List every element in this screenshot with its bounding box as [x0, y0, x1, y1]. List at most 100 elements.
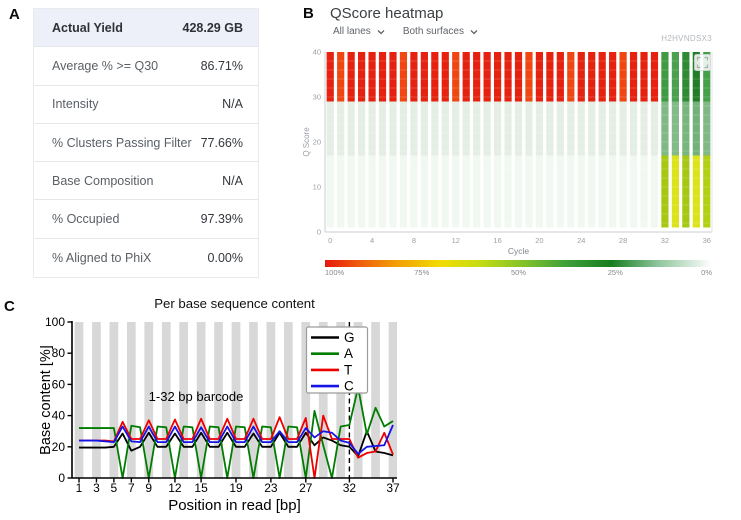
- heatmap-cell-band: [462, 155, 470, 228]
- heatmap-cell-band: [378, 52, 387, 102]
- heatmap-cell-band: [441, 101, 449, 156]
- qscore-heatmap-title: QScore heatmap: [330, 5, 444, 22]
- table-row: Actual Yield 428.29 GB: [34, 9, 258, 48]
- heatmap-cell-band: [588, 52, 596, 102]
- heatmap-cell-band: [661, 101, 669, 156]
- heatmap-cell-band: [358, 101, 366, 156]
- colorbar-label: 25%: [608, 268, 623, 277]
- lanes-filter-dropdown[interactable]: All lanes: [333, 26, 385, 37]
- x-axis-label: Cycle: [508, 246, 530, 256]
- colorbar-label: 50%: [511, 268, 526, 277]
- heatmap-cell-band: [452, 155, 460, 228]
- heatmap-cell-band: [483, 155, 491, 228]
- x-tick-label: 3: [93, 481, 100, 495]
- metric-value: 0.00%: [207, 250, 243, 265]
- base-content-chart: 0204060801001 3 5 7 9 12 15 19 23 27 32 37Per base …: [40, 296, 400, 514]
- table-row: Base Composition N/A: [34, 162, 258, 201]
- heatmap-cell-band: [598, 155, 606, 228]
- panel-a-label: A: [9, 6, 20, 23]
- heatmap-cell-band: [514, 52, 523, 102]
- background-stripe: [126, 322, 136, 478]
- y-axis-label: Q Score: [302, 127, 311, 157]
- y-tick-label: 10: [313, 183, 321, 192]
- x-tick-label: 12: [452, 236, 460, 245]
- figure: A Actual Yield 428.29 GB Average % >= Q30 8…: [0, 0, 741, 520]
- heatmap-cell-band: [682, 155, 690, 228]
- x-tick-label: 28: [619, 236, 627, 245]
- y-tick-label: 0: [317, 228, 321, 237]
- heatmap-cell-band: [682, 101, 690, 156]
- qscore-heatmap-chart: 0 10 20 30 40 Q Score 0 4 8 12 16 20 24 28 32 36 Cycle 10…: [302, 48, 713, 277]
- heatmap-cell-band: [378, 155, 387, 228]
- chevron-down-icon: [470, 29, 478, 34]
- legend-label-G: G: [344, 330, 355, 345]
- heatmap-cell-band: [337, 52, 345, 102]
- metrics-table: Actual Yield 428.29 GB Average % >= Q30 86.…: [33, 8, 259, 279]
- heatmap-cell-band: [493, 155, 502, 228]
- heatmap-cell-band: [431, 155, 439, 228]
- metric-label: % Occupied: [52, 212, 120, 227]
- metric-value: N/A: [222, 97, 243, 112]
- metric-label: Intensity: [52, 97, 99, 112]
- heatmap-cell-band: [337, 155, 345, 228]
- heatmap-cell-band: [347, 52, 355, 102]
- colorbar-label: 0%: [701, 268, 712, 277]
- metric-label: % Aligned to PhiX: [52, 250, 152, 265]
- heatmap-cell-band: [431, 101, 439, 156]
- heatmap-cell-band: [399, 101, 408, 156]
- x-tick-label: 1: [76, 481, 83, 495]
- x-axis-label: Position in read [bp]: [168, 497, 301, 514]
- heatmap-cell-band: [619, 101, 627, 156]
- heatmap-cell-band: [326, 52, 334, 102]
- chart-title: Per base sequence content: [154, 296, 315, 311]
- heatmap-cell-band: [420, 155, 428, 228]
- heatmap-cell-band: [556, 155, 564, 228]
- heatmap-cell-band: [389, 52, 397, 102]
- heatmap-cell-band: [504, 52, 512, 102]
- x-tick-label: 5: [111, 481, 118, 495]
- x-tick-label: 15: [194, 481, 208, 495]
- table-row: % Clusters Passing Filter 77.66%: [34, 124, 258, 163]
- heatmap-cell-band: [483, 101, 491, 156]
- heatmap-cell-band: [535, 101, 544, 156]
- heatmap-cell-band: [609, 155, 617, 228]
- heatmap-cell-band: [619, 155, 627, 228]
- heatmap-cell-band: [692, 155, 700, 228]
- heatmap-cell-band: [473, 155, 481, 228]
- heatmap-cell-band: [703, 101, 711, 156]
- heatmap-cell-band: [671, 52, 679, 102]
- heatmap-cell-band: [358, 155, 366, 228]
- heatmap-cell-band: [452, 52, 460, 102]
- heatmap-cell-band: [514, 101, 523, 156]
- heatmap-cell-band: [567, 155, 575, 228]
- panel-c-label: C: [4, 298, 15, 315]
- heatmap-cell-band: [399, 52, 408, 102]
- flowcell-run-id: H2HVNDSX3: [661, 34, 712, 43]
- heatmap-cell-band: [661, 52, 669, 102]
- heatmap-cell-band: [629, 101, 638, 156]
- heatmap-cell-band: [410, 101, 418, 156]
- y-axis-label: Base content [%]: [40, 345, 54, 455]
- heatmap-cell-band: [671, 101, 679, 156]
- heatmap-cell-band: [535, 155, 544, 228]
- legend-label-T: T: [344, 362, 352, 377]
- metric-label: Base Composition: [52, 173, 154, 188]
- heatmap-cell-band: [347, 101, 355, 156]
- heatmap-cell-band: [567, 52, 575, 102]
- surfaces-filter-dropdown[interactable]: Both surfaces: [403, 26, 478, 37]
- heatmap-cell-band: [452, 101, 460, 156]
- x-tick-label: 20: [535, 236, 543, 245]
- heatmap-cell-band: [525, 155, 533, 228]
- metric-value: 428.29 GB: [182, 20, 243, 35]
- heatmap-cell-band: [420, 101, 428, 156]
- background-stripe: [74, 322, 84, 478]
- heatmap-cell-band: [588, 101, 596, 156]
- expand-icon[interactable]: [694, 54, 711, 71]
- heatmap-cell-band: [556, 101, 564, 156]
- colorbar-label: 100%: [325, 268, 345, 277]
- heatmap-cell-band: [473, 101, 481, 156]
- metric-label: % Clusters Passing Filter: [52, 135, 192, 150]
- heatmap-cell-band: [640, 52, 648, 102]
- legend-label-A: A: [344, 346, 353, 361]
- heatmap-cell-band: [619, 52, 627, 102]
